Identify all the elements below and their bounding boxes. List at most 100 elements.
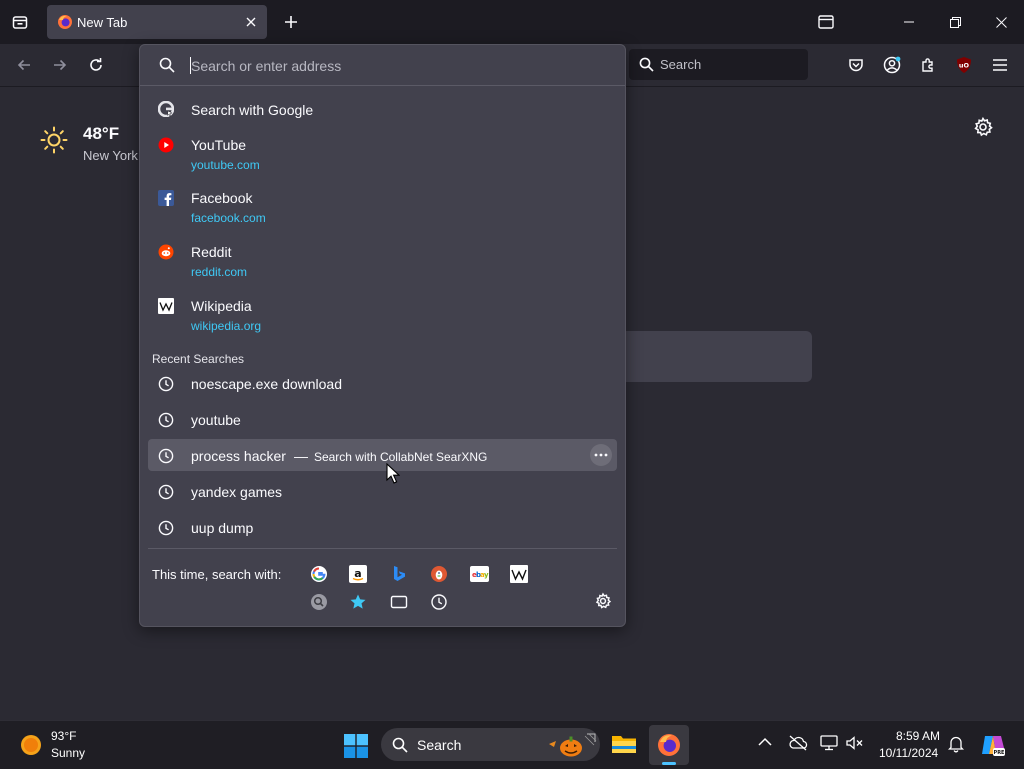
reddit-icon <box>158 244 174 260</box>
account-icon <box>883 56 901 74</box>
tab-title: New Tab <box>77 15 128 30</box>
list-all-tabs-button[interactable] <box>803 0 849 44</box>
notifications-button[interactable] <box>948 735 964 753</box>
wikipedia-icon <box>158 298 174 314</box>
recent-search-item[interactable]: uup dump <box>148 511 617 543</box>
oneoff-google-button[interactable] <box>310 565 328 583</box>
suggestion-site-reddit[interactable]: Reddit reddit.com <box>148 238 617 284</box>
toolbar-search-box[interactable]: Search <box>629 49 808 80</box>
svg-text:y: y <box>484 571 489 579</box>
taskbar-clock-time[interactable]: 8:59 AM <box>896 729 940 743</box>
taskbar-weather-button[interactable] <box>20 734 42 756</box>
plus-icon <box>285 16 297 28</box>
speaker-muted-icon <box>846 736 863 750</box>
oneoff-history-button[interactable] <box>430 593 448 611</box>
sun-icon <box>40 126 68 154</box>
window-close-button[interactable] <box>978 0 1024 44</box>
recent-search-line: process hacker — Search with CollabNet Sea… <box>191 448 487 464</box>
svg-text:PRE: PRE <box>994 750 1006 756</box>
suggestion-title: Facebook <box>191 190 253 206</box>
google-icon <box>158 101 174 117</box>
suggestion-site-youtube[interactable]: YouTube youtube.com <box>148 131 617 177</box>
firefox-view-button[interactable] <box>6 8 34 36</box>
sun-icon <box>21 735 41 755</box>
start-button[interactable] <box>344 734 368 758</box>
youtube-icon <box>158 137 174 153</box>
suggestion-site-wikipedia[interactable]: Wikipedia wikipedia.org <box>148 292 617 338</box>
restore-button[interactable] <box>932 0 978 44</box>
bookmarks-star-icon <box>350 594 366 609</box>
display-button[interactable] <box>820 735 838 751</box>
suggestion-site-facebook[interactable]: Facebook facebook.com <box>148 184 617 230</box>
recent-search-item[interactable]: yandex games <box>148 475 617 507</box>
taskbar-search-box[interactable]: Search <box>381 728 600 761</box>
suggestion-url: reddit.com <box>191 265 248 279</box>
google-icon <box>311 566 327 582</box>
copilot-button[interactable]: PRE <box>980 732 1006 758</box>
search-settings-button[interactable] <box>594 592 612 610</box>
ntp-settings-button[interactable] <box>972 116 994 138</box>
gear-icon <box>974 116 993 137</box>
reload-button[interactable] <box>82 51 110 79</box>
close-icon <box>995 16 1007 28</box>
minimize-button[interactable] <box>886 0 932 44</box>
folder-icon <box>612 736 636 753</box>
oneoff-wikipedia-button[interactable] <box>510 565 528 583</box>
pocket-button[interactable] <box>842 51 870 79</box>
ntp-search-box[interactable] <box>600 331 812 382</box>
pocket-icon <box>849 59 863 72</box>
weather-location: New York <box>83 148 138 163</box>
reload-icon <box>90 58 102 71</box>
taskbar-clock-date[interactable]: 10/11/2024 <box>879 746 938 760</box>
cloud-offline-icon <box>789 735 808 751</box>
account-button[interactable] <box>878 51 906 79</box>
oneoff-tabs-button[interactable] <box>390 593 408 611</box>
windows-logo-icon <box>344 734 368 758</box>
tab-list-icon <box>818 15 834 29</box>
recent-search-item[interactable]: noescape.exe download <box>148 367 617 399</box>
oneoff-duckduckgo-button[interactable] <box>430 565 448 583</box>
recent-search-item-selected[interactable]: process hacker — Search with CollabNet Sea… <box>148 439 617 471</box>
search-icon <box>159 57 175 73</box>
oneoff-bing-button[interactable] <box>390 565 408 583</box>
back-button[interactable] <box>10 51 38 79</box>
tab-new-tab[interactable]: New Tab <box>47 5 267 39</box>
more-options-icon <box>594 453 608 457</box>
taskbar-weather-temp: 93°F <box>51 729 77 743</box>
onedrive-offline-button[interactable] <box>788 735 808 751</box>
file-explorer-button[interactable] <box>611 732 637 756</box>
tab-close-button[interactable] <box>242 13 260 31</box>
minimize-icon <box>904 21 914 23</box>
recent-search-item[interactable]: youtube <box>148 403 617 435</box>
oneoff-ebay-button[interactable]: e b a y <box>470 565 489 583</box>
action-separator: — <box>293 448 308 464</box>
history-clock-icon <box>158 376 174 392</box>
taskbar-search-label: Search <box>417 737 462 753</box>
new-tab-button[interactable] <box>277 8 305 36</box>
result-menu-button[interactable] <box>590 444 612 466</box>
suggestion-title: Wikipedia <box>191 298 252 314</box>
ublock-origin-button[interactable]: uO <box>950 51 978 79</box>
hamburger-menu-icon <box>993 59 1007 71</box>
taskbar-weather-condition: Sunny <box>51 746 86 760</box>
oneoff-searxng-button[interactable] <box>310 593 328 611</box>
forward-button[interactable] <box>46 51 74 79</box>
app-menu-button[interactable] <box>986 51 1014 79</box>
recent-search-text: youtube <box>191 412 241 428</box>
chevron-up-icon <box>758 737 772 746</box>
history-clock-icon <box>158 448 174 464</box>
extensions-button[interactable] <box>914 51 942 79</box>
oneoff-amazon-button[interactable]: a <box>349 565 367 583</box>
volume-button[interactable] <box>846 735 864 751</box>
close-icon <box>246 17 256 27</box>
arrow-left-icon <box>17 59 30 71</box>
suggestion-search-google[interactable]: Search with Google <box>148 96 617 124</box>
search-icon <box>392 737 408 753</box>
firefox-taskbar-button[interactable] <box>649 725 689 765</box>
mouse-cursor <box>386 463 400 484</box>
firefox-icon <box>57 14 73 30</box>
toolbar-search-placeholder: Search <box>660 57 702 72</box>
show-hidden-icons-button[interactable] <box>758 737 772 747</box>
oneoff-bookmarks-button[interactable] <box>349 593 367 611</box>
urlbar-input[interactable]: Search or enter address <box>140 45 625 86</box>
